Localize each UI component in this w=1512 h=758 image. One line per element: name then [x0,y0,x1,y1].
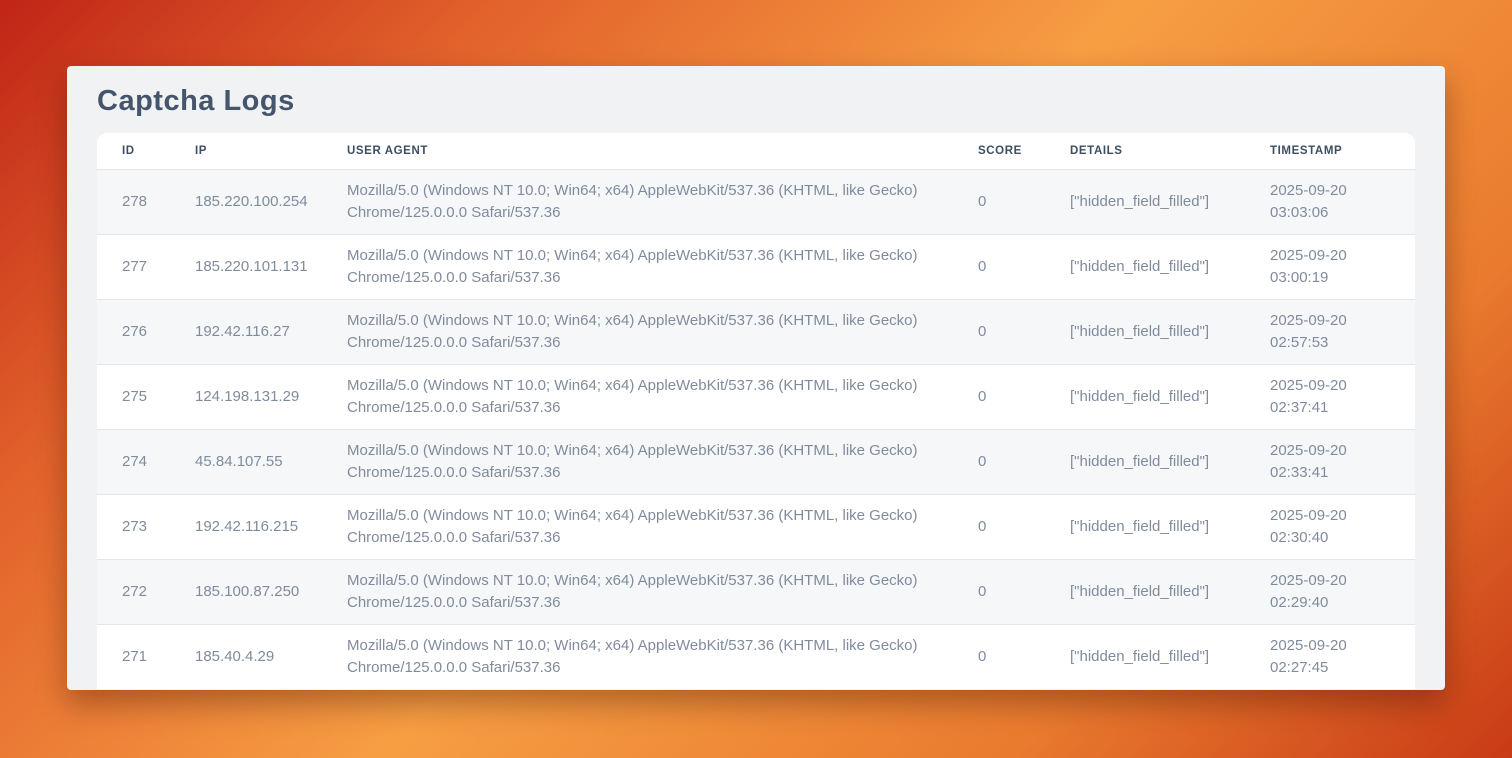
cell-id: 275 [97,364,195,429]
cell-ip: 192.42.116.27 [195,299,347,364]
captcha-logs-table-container: ID IP USER AGENT SCORE DETAILS TIMESTAMP… [97,133,1415,689]
cell-timestamp: 2025-09-20 02:37:41 [1270,364,1415,429]
cell-timestamp: 2025-09-20 02:29:40 [1270,559,1415,624]
cell-score: 0 [978,429,1070,494]
cell-user-agent: Mozilla/5.0 (Windows NT 10.0; Win64; x64… [347,169,978,234]
cell-user-agent: Mozilla/5.0 (Windows NT 10.0; Win64; x64… [347,234,978,299]
cell-ip: 124.198.131.29 [195,364,347,429]
cell-score: 0 [978,494,1070,559]
cell-details: ["hidden_field_filled"] [1070,169,1270,234]
column-header-details: DETAILS [1070,133,1270,169]
cell-user-agent: Mozilla/5.0 (Windows NT 10.0; Win64; x64… [347,559,978,624]
cell-timestamp: 2025-09-20 02:30:40 [1270,494,1415,559]
table-row: 273 192.42.116.215 Mozilla/5.0 (Windows … [97,494,1415,559]
table-row: 271 185.40.4.29 Mozilla/5.0 (Windows NT … [97,624,1415,689]
captcha-logs-card: Captcha Logs ID IP USER AGENT SCORE DETA… [67,66,1445,690]
cell-details: ["hidden_field_filled"] [1070,559,1270,624]
cell-score: 0 [978,364,1070,429]
cell-id: 274 [97,429,195,494]
cell-timestamp: 2025-09-20 03:00:19 [1270,234,1415,299]
table-row: 277 185.220.101.131 Mozilla/5.0 (Windows… [97,234,1415,299]
table-row: 276 192.42.116.27 Mozilla/5.0 (Windows N… [97,299,1415,364]
cell-ip: 185.220.101.131 [195,234,347,299]
cell-ip: 192.42.116.215 [195,494,347,559]
column-header-id: ID [97,133,195,169]
cell-id: 277 [97,234,195,299]
cell-id: 278 [97,169,195,234]
table-row: 278 185.220.100.254 Mozilla/5.0 (Windows… [97,169,1415,234]
cell-details: ["hidden_field_filled"] [1070,299,1270,364]
cell-timestamp: 2025-09-20 02:27:45 [1270,624,1415,689]
column-header-score: SCORE [978,133,1070,169]
cell-ip: 185.100.87.250 [195,559,347,624]
cell-timestamp: 2025-09-20 03:03:06 [1270,169,1415,234]
cell-user-agent: Mozilla/5.0 (Windows NT 10.0; Win64; x64… [347,429,978,494]
cell-ip: 185.40.4.29 [195,624,347,689]
table-row: 275 124.198.131.29 Mozilla/5.0 (Windows … [97,364,1415,429]
cell-user-agent: Mozilla/5.0 (Windows NT 10.0; Win64; x64… [347,364,978,429]
cell-details: ["hidden_field_filled"] [1070,234,1270,299]
cell-details: ["hidden_field_filled"] [1070,494,1270,559]
cell-ip: 45.84.107.55 [195,429,347,494]
cell-user-agent: Mozilla/5.0 (Windows NT 10.0; Win64; x64… [347,299,978,364]
cell-details: ["hidden_field_filled"] [1070,624,1270,689]
cell-user-agent: Mozilla/5.0 (Windows NT 10.0; Win64; x64… [347,624,978,689]
table-body: 278 185.220.100.254 Mozilla/5.0 (Windows… [97,169,1415,689]
column-header-ip: IP [195,133,347,169]
cell-ip: 185.220.100.254 [195,169,347,234]
cell-score: 0 [978,624,1070,689]
cell-details: ["hidden_field_filled"] [1070,364,1270,429]
page-title: Captcha Logs [97,82,1415,120]
column-header-timestamp: TIMESTAMP [1270,133,1415,169]
cell-id: 271 [97,624,195,689]
table-header: ID IP USER AGENT SCORE DETAILS TIMESTAMP [97,133,1415,169]
cell-score: 0 [978,169,1070,234]
cell-id: 272 [97,559,195,624]
table-header-row: ID IP USER AGENT SCORE DETAILS TIMESTAMP [97,133,1415,169]
cell-details: ["hidden_field_filled"] [1070,429,1270,494]
cell-score: 0 [978,559,1070,624]
column-header-user-agent: USER AGENT [347,133,978,169]
cell-score: 0 [978,234,1070,299]
table-row: 272 185.100.87.250 Mozilla/5.0 (Windows … [97,559,1415,624]
cell-timestamp: 2025-09-20 02:33:41 [1270,429,1415,494]
table-row: 274 45.84.107.55 Mozilla/5.0 (Windows NT… [97,429,1415,494]
cell-timestamp: 2025-09-20 02:57:53 [1270,299,1415,364]
cell-user-agent: Mozilla/5.0 (Windows NT 10.0; Win64; x64… [347,494,978,559]
cell-score: 0 [978,299,1070,364]
captcha-logs-table: ID IP USER AGENT SCORE DETAILS TIMESTAMP… [97,133,1415,689]
cell-id: 276 [97,299,195,364]
cell-id: 273 [97,494,195,559]
